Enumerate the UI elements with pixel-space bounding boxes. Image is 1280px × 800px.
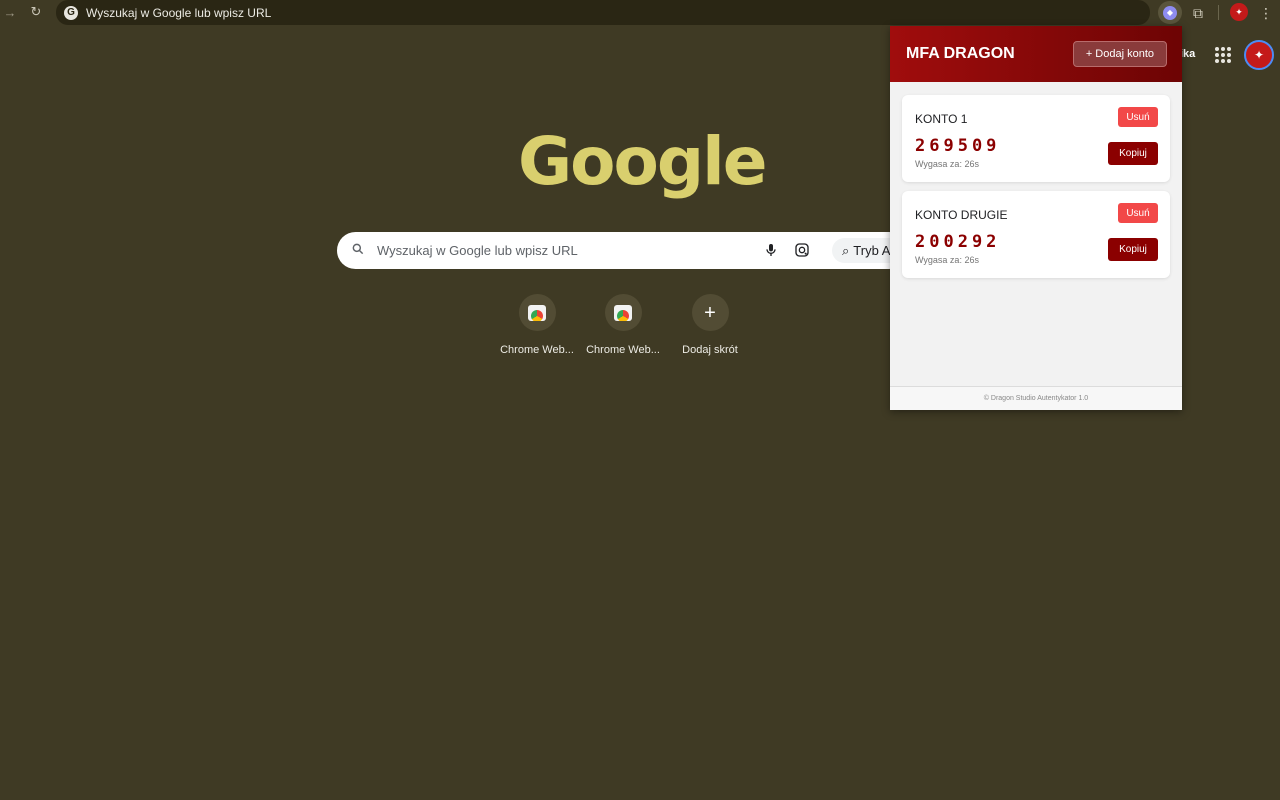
delete-account-button[interactable]: Usuń (1118, 107, 1158, 127)
google-apps-icon[interactable] (1212, 44, 1232, 64)
expiry-text: Wygasa za: 26s (915, 159, 979, 169)
popup-header: MFA DRAGON + Dodaj konto (890, 26, 1182, 82)
chrome-web-store-icon (614, 304, 632, 321)
shortcut-icon-container (604, 294, 642, 331)
microphone-icon[interactable] (763, 242, 779, 258)
address-bar-text: Wyszukaj w Google lub wpisz URL (86, 5, 272, 20)
account-card: KONTO 1 Usuń 269509 Wygasa za: 26s Kopiu… (902, 95, 1170, 182)
expiry-text: Wygasa za: 26s (915, 255, 979, 265)
profile-avatar[interactable]: ✦ (1244, 40, 1274, 70)
google-logo: Google (518, 123, 768, 200)
forward-icon[interactable]: → (0, 2, 20, 22)
shortcut-icon-container (518, 294, 556, 331)
chrome-web-store-icon (528, 304, 546, 321)
otp-code: 269509 (915, 136, 1001, 156)
otp-code: 200292 (915, 232, 1001, 252)
google-g-icon: G (64, 5, 78, 20)
shortcut-label: Dodaj skrót (682, 344, 738, 356)
google-lens-icon[interactable] (794, 242, 810, 258)
dragon-extension-icon[interactable]: ✦ (1230, 3, 1248, 21)
shortcut-tile-1[interactable]: Chrome Web... (499, 294, 575, 356)
search-input[interactable]: Wyszukaj w Google lub wpisz URL (377, 243, 578, 258)
add-shortcut-tile[interactable]: + Dodaj skrót (672, 294, 748, 356)
search-icon (352, 243, 364, 255)
ntp-top-link[interactable]: ika (1180, 48, 1195, 60)
sparkle-search-icon: ⌕ (842, 242, 850, 258)
extension-icon: ◆ (1163, 5, 1177, 20)
add-account-button[interactable]: + Dodaj konto (1072, 41, 1167, 67)
copy-code-button[interactable]: Kopiuj (1108, 238, 1158, 261)
plus-icon: + (704, 301, 716, 324)
browser-menu-icon[interactable]: ⋮ (1258, 3, 1274, 23)
shortcut-label: Chrome Web... (586, 344, 660, 356)
shortcut-icon-container: + (691, 294, 729, 331)
account-card: KONTO DRUGIE Usuń 200292 Wygasa za: 26s … (902, 191, 1170, 278)
account-name: KONTO 1 (915, 112, 968, 126)
copy-code-button[interactable]: Kopiuj (1108, 142, 1158, 165)
popup-footer: © Dragon Studio Autentykator 1.0 (890, 386, 1182, 410)
popup-title: MFA DRAGON (906, 45, 1015, 62)
browser-toolbar: → ↻ G Wyszukaj w Google lub wpisz URL ◆ … (0, 0, 1280, 25)
search-box[interactable]: Wyszukaj w Google lub wpisz URL ⌕ Tryb A… (337, 232, 907, 269)
reload-icon[interactable]: ↻ (26, 2, 46, 22)
mfa-dragon-popup: MFA DRAGON + Dodaj konto KONTO 1 Usuń 26… (890, 26, 1182, 410)
ai-mode-label: Tryb AI (853, 243, 894, 258)
shortcut-tile-2[interactable]: Chrome Web... (585, 294, 661, 356)
delete-account-button[interactable]: Usuń (1118, 203, 1158, 223)
address-bar[interactable]: G Wyszukaj w Google lub wpisz URL (56, 0, 1150, 25)
extensions-puzzle-icon[interactable]: ⧉ (1187, 2, 1209, 24)
toolbar-separator (1218, 5, 1219, 20)
active-extension-button[interactable]: ◆ (1158, 1, 1182, 24)
shortcut-label: Chrome Web... (500, 344, 574, 356)
account-name: KONTO DRUGIE (915, 208, 1008, 222)
